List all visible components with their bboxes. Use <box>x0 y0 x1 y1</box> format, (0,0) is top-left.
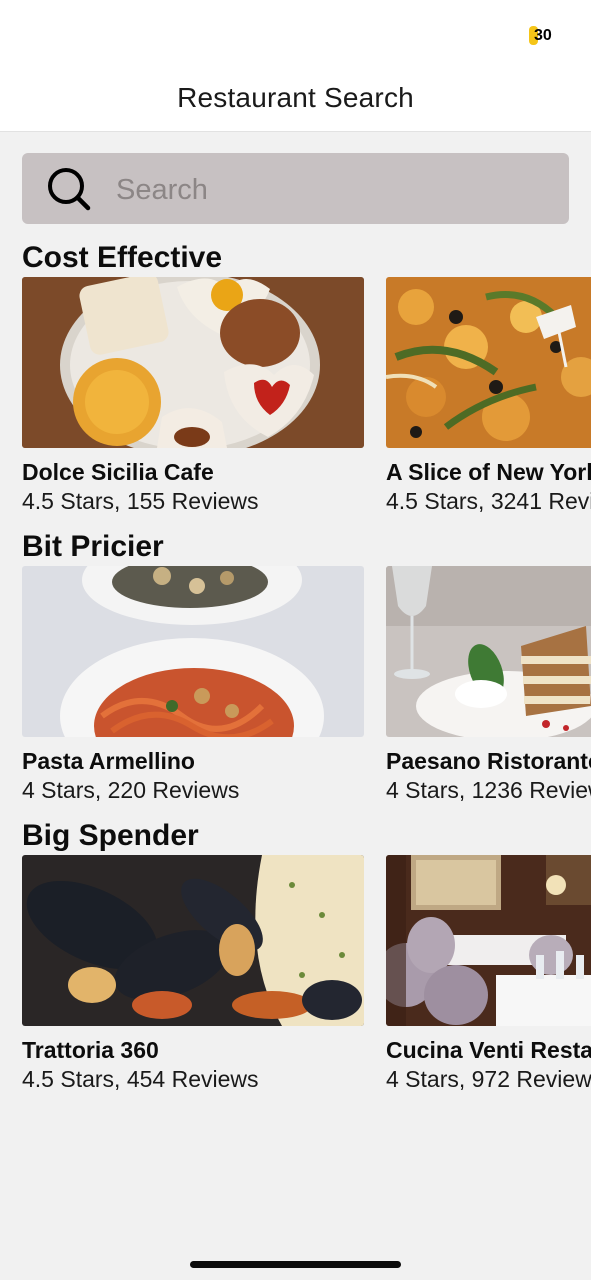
restaurant-card[interactable]: A Slice of New York 4.5 Stars, 3241 Revi… <box>386 277 591 516</box>
page-title: Restaurant Search <box>177 82 414 113</box>
section-big-spender: Big Spender Trattoria 360 4.5 Stars, 454… <box>0 818 591 1108</box>
restaurant-photo[interactable] <box>386 566 591 737</box>
section-bit-pricier: Bit Pricier Pasta Armellino 4 Stars, 220… <box>0 529 591 819</box>
battery-indicator: 30 <box>529 26 559 45</box>
navigation-header: 30 Restaurant Search <box>0 0 591 132</box>
restaurant-photo[interactable] <box>22 855 364 1026</box>
restaurant-name: A Slice of New York <box>386 459 591 485</box>
restaurant-name: Trattoria 360 <box>22 1037 159 1063</box>
restaurant-rating: 4.5 Stars, 454 Reviews <box>22 1066 259 1092</box>
battery-level: 30 <box>534 27 552 44</box>
restaurant-card[interactable]: Trattoria 360 4.5 Stars, 454 Reviews <box>22 855 364 1094</box>
restaurant-name: Pasta Armellino <box>22 748 195 774</box>
section-title: Bit Pricier <box>22 530 164 563</box>
search-icon <box>48 168 91 211</box>
section-title: Big Spender <box>22 819 199 852</box>
restaurant-photo[interactable] <box>386 855 591 1026</box>
restaurant-photo[interactable] <box>386 277 591 448</box>
restaurant-name: Cucina Venti Restaurant <box>386 1037 591 1063</box>
search-input[interactable] <box>114 167 548 213</box>
restaurant-name: Dolce Sicilia Cafe <box>22 459 214 485</box>
restaurant-name: Paesano Ristorante <box>386 748 591 774</box>
restaurant-card[interactable]: Cucina Venti Restaurant 4 Stars, 972 Rev… <box>386 855 591 1094</box>
restaurant-card[interactable]: Paesano Ristorante 4 Stars, 1236 Reviews <box>386 566 591 805</box>
restaurant-photo[interactable] <box>22 566 364 737</box>
section-cost-effective: Cost Effective Dolce Sicilia Cafe 4.5 St… <box>0 240 591 530</box>
restaurant-rating: 4 Stars, 1236 Reviews <box>386 777 591 803</box>
search-bar[interactable] <box>22 153 569 224</box>
home-indicator[interactable] <box>190 1261 401 1268</box>
restaurant-photo[interactable] <box>22 277 364 448</box>
restaurant-rating: 4 Stars, 972 Reviews <box>386 1066 591 1092</box>
restaurant-card[interactable]: Dolce Sicilia Cafe 4.5 Stars, 155 Review… <box>22 277 364 516</box>
restaurant-rating: 4.5 Stars, 3241 Reviews <box>386 488 591 514</box>
restaurant-rating: 4 Stars, 220 Reviews <box>22 777 240 803</box>
restaurant-rating: 4.5 Stars, 155 Reviews <box>22 488 259 514</box>
restaurant-card[interactable]: Pasta Armellino 4 Stars, 220 Reviews <box>22 566 364 805</box>
section-title: Cost Effective <box>22 241 223 274</box>
